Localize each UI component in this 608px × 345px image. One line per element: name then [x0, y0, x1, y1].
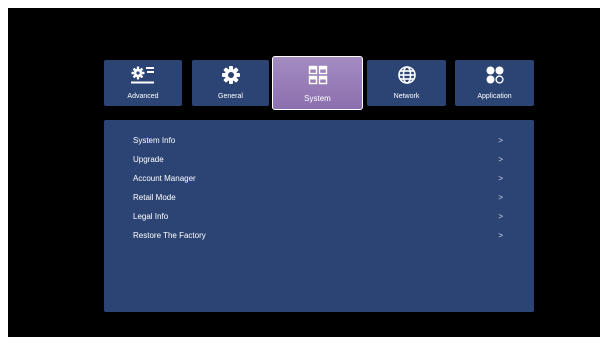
tab-application-label: Application: [477, 93, 512, 100]
settings-tab-bar: Advanced General System Network Applicat…: [104, 56, 534, 110]
tab-system-label: System: [304, 94, 331, 103]
menu-item-restore-the-factory[interactable]: Restore The Factory >: [104, 226, 534, 245]
menu-item-legal-info[interactable]: Legal Info >: [104, 207, 534, 226]
chevron-right-icon: >: [498, 193, 503, 202]
chevron-right-icon: >: [498, 174, 503, 183]
tab-system[interactable]: System: [272, 56, 363, 110]
tab-general-label: General: [218, 93, 243, 100]
tab-application[interactable]: Application: [455, 60, 534, 106]
tab-network-label: Network: [393, 93, 420, 100]
menu-item-label: Upgrade: [133, 155, 164, 164]
chevron-right-icon: >: [498, 136, 503, 145]
tab-general[interactable]: General: [192, 60, 269, 106]
menu-item-system-info[interactable]: System Info >: [104, 131, 534, 150]
menu-item-label: Legal Info: [133, 212, 169, 221]
gear-sliders-icon: [104, 65, 182, 85]
chevron-right-icon: >: [498, 155, 503, 164]
menu-item-upgrade[interactable]: Upgrade >: [104, 150, 534, 169]
tab-advanced[interactable]: Advanced: [104, 60, 182, 106]
system-menu-panel: System Info > Upgrade > Account Manager …: [104, 120, 534, 312]
windows-grid-icon: [273, 65, 362, 85]
menu-item-retail-mode[interactable]: Retail Mode >: [104, 188, 534, 207]
menu-item-label: Retail Mode: [133, 193, 176, 202]
menu-item-label: Restore The Factory: [133, 231, 206, 240]
globe-icon: [367, 65, 446, 85]
tab-advanced-label: Advanced: [127, 93, 159, 100]
menu-item-account-manager[interactable]: Account Manager >: [104, 169, 534, 188]
chevron-right-icon: >: [498, 212, 503, 221]
tv-screen: Advanced General System Network Applicat…: [8, 8, 600, 337]
chevron-right-icon: >: [498, 231, 503, 240]
gear-icon: [192, 65, 269, 85]
tab-network[interactable]: Network: [367, 60, 446, 106]
menu-item-label: Account Manager: [133, 174, 196, 183]
apps-icon: [455, 65, 534, 85]
menu-item-label: System Info: [133, 136, 176, 145]
